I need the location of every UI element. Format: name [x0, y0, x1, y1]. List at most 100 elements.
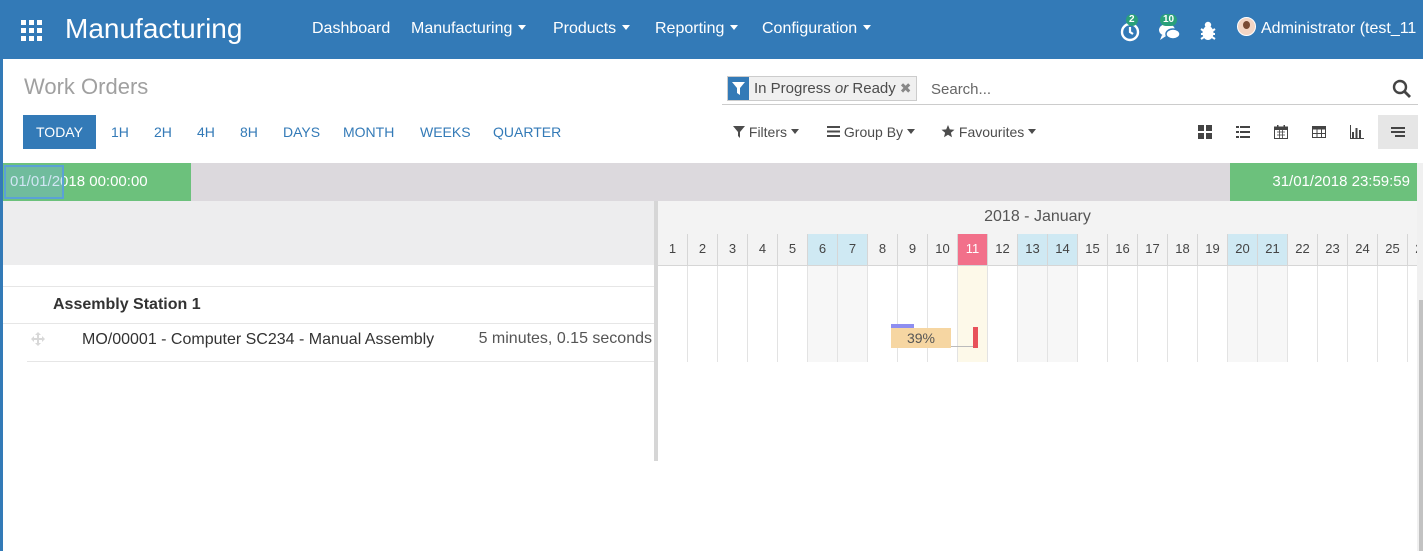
day-cell-23: 23	[1318, 234, 1348, 266]
view-kanban-button[interactable]	[1185, 115, 1225, 149]
day-cell-13: 13	[1018, 234, 1048, 266]
day-cell-6: 6	[808, 234, 838, 266]
scrollbar-thumb[interactable]	[1419, 300, 1423, 551]
range-start-handle[interactable]	[4, 165, 64, 199]
grid-column	[1258, 266, 1288, 362]
grid-column	[1348, 266, 1378, 362]
day-cell-15: 15	[1078, 234, 1108, 266]
calendar-icon	[1274, 125, 1288, 139]
favourites-dropdown[interactable]: Favourites	[941, 124, 1037, 140]
caret-down-icon	[730, 25, 739, 30]
search-bar: In Progress or Ready ✖	[722, 74, 1418, 105]
gantt-group-row[interactable]: Assembly Station 1	[3, 286, 654, 324]
day-cell-17: 17	[1138, 234, 1168, 266]
day-cell-3: 3	[718, 234, 748, 266]
debug-bug-icon[interactable]	[1198, 20, 1220, 42]
caret-down-icon	[791, 129, 800, 134]
facet-value-ready: Ready	[852, 80, 896, 97]
group-label: Assembly Station 1	[53, 296, 201, 313]
menu-products[interactable]: Products	[553, 20, 631, 38]
page-title[interactable]: Work Orders	[24, 74, 148, 100]
menu-label: Reporting	[655, 20, 725, 37]
list-icon	[1236, 126, 1250, 138]
grid-column	[1288, 266, 1318, 362]
drag-handle-icon[interactable]	[31, 332, 47, 348]
task-bar-tail	[951, 346, 973, 347]
view-pivot-button[interactable]	[1299, 115, 1339, 149]
view-graph-button[interactable]	[1337, 115, 1377, 149]
bars-icon	[827, 126, 840, 137]
range-end-label[interactable]: 31/01/2018 23:59:59	[1230, 163, 1417, 201]
left-edge-line	[0, 0, 3, 551]
grid-column	[1108, 266, 1138, 362]
view-calendar-button[interactable]	[1261, 115, 1301, 149]
grid-column	[1018, 266, 1048, 362]
menu-configuration[interactable]: Configuration	[762, 20, 872, 38]
gantt-month-header: 2018 - January	[658, 201, 1417, 234]
day-cell-12: 12	[988, 234, 1018, 266]
scale-1h-button[interactable]: 1H	[111, 115, 129, 149]
grid-column	[1228, 266, 1258, 362]
grid-column	[658, 266, 688, 362]
group-by-label: Group By	[843, 124, 904, 140]
scale-2h-button[interactable]: 2H	[154, 115, 172, 149]
grid-column	[1198, 266, 1228, 362]
gantt-day-header: 1 2 3 4 5 6 7 8 9 10 11 12 13 14 15 16 17 18 19 20 21 22 23 24 2…	[658, 234, 1417, 266]
bar-chart-icon	[1350, 125, 1364, 139]
day-cell-4: 4	[748, 234, 778, 266]
menu-label: Dashboard	[312, 20, 391, 37]
grid-column	[778, 266, 808, 362]
day-cell-11: 11	[958, 234, 988, 266]
search-icon[interactable]	[1392, 79, 1412, 99]
day-cell-16: 16	[1108, 234, 1138, 266]
scale-weeks-button[interactable]: WEEKS	[420, 115, 471, 149]
grid-column	[1048, 266, 1078, 362]
apps-grid-icon[interactable]	[21, 20, 42, 41]
search-facet[interactable]: In Progress or Ready ✖	[727, 76, 918, 101]
task-progress-bar[interactable]: 39%	[891, 328, 951, 348]
menu-manufacturing[interactable]: Manufacturing	[411, 20, 527, 38]
menu-reporting[interactable]: Reporting	[655, 20, 739, 38]
day-cell-19: 19	[1198, 234, 1228, 266]
scale-days-button[interactable]: DAYS	[283, 115, 320, 149]
day-cell-5: 5	[778, 234, 808, 266]
app-title[interactable]: Manufacturing	[65, 13, 242, 45]
caret-down-icon	[907, 129, 916, 134]
user-menu[interactable]: Administrator (test_11	[1237, 17, 1416, 38]
grid-column	[688, 266, 718, 362]
caret-down-icon	[1028, 129, 1037, 134]
facet-or-separator: or	[834, 80, 849, 97]
gantt-range-track[interactable]	[3, 163, 1417, 201]
messages-badge: 10	[1160, 14, 1178, 26]
scale-8h-button[interactable]: 8H	[240, 115, 258, 149]
day-cell-9: 9	[898, 234, 928, 266]
day-cell-25: 25	[1378, 234, 1408, 266]
messages-chat-icon[interactable]: 10	[1158, 14, 1181, 42]
day-cell-10: 10	[928, 234, 958, 266]
search-input[interactable]	[931, 77, 1371, 101]
scale-today-button[interactable]: TODAY	[23, 115, 96, 149]
view-list-button[interactable]	[1223, 115, 1263, 149]
grid-column	[1078, 266, 1108, 362]
gantt-left-header	[3, 201, 655, 265]
scale-month-button[interactable]: MONTH	[343, 115, 394, 149]
grid-column	[748, 266, 778, 362]
scale-4h-button[interactable]: 4H	[197, 115, 215, 149]
group-by-dropdown[interactable]: Group By	[827, 124, 916, 140]
menu-dashboard[interactable]: Dashboard	[312, 20, 390, 38]
caret-down-icon	[863, 25, 872, 30]
task-deadline-marker	[973, 327, 978, 348]
grid-column	[718, 266, 748, 362]
gantt-icon	[1391, 127, 1405, 137]
activities-clock-icon[interactable]: 2	[1120, 14, 1142, 42]
filter-funnel-icon	[733, 126, 745, 138]
facet-remove-icon[interactable]: ✖	[900, 77, 917, 100]
view-gantt-button[interactable]	[1378, 115, 1418, 149]
gantt-task-row[interactable]: MO/00001 - Computer SC234 - Manual Assem…	[27, 324, 654, 362]
facet-values: In Progress or Ready	[749, 77, 900, 100]
grid-column	[838, 266, 868, 362]
task-name[interactable]: MO/00001 - Computer SC234 - Manual Assem…	[82, 331, 434, 349]
day-cell-20: 20	[1228, 234, 1258, 266]
scale-quarter-button[interactable]: QUARTER	[493, 115, 561, 149]
filters-dropdown[interactable]: Filters	[733, 124, 800, 140]
